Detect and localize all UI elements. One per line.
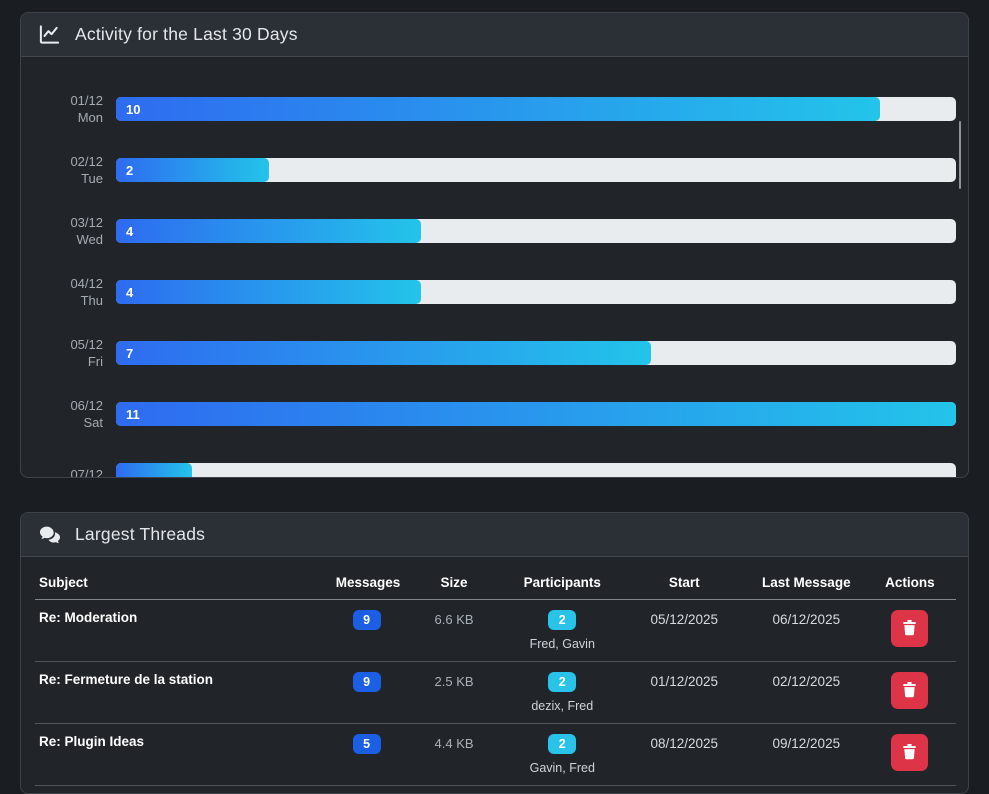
thread-subject: Re: Plugin Ideas [35, 724, 330, 786]
thread-size: 4.4 KB [403, 724, 504, 786]
participants-names: Gavin, Fred [511, 761, 614, 775]
chart-bar-track: 4 [116, 280, 956, 304]
chart-row: 03/12 Wed 4 [33, 209, 956, 253]
chart-bar-fill: 4 [116, 280, 421, 304]
threads-panel-header: Largest Threads [21, 513, 968, 557]
chart-row: 02/12 Tue 2 [33, 148, 956, 192]
chart-bar-fill: 10 [116, 97, 880, 121]
activity-panel: Activity for the Last 30 Days 01/12 Mon … [20, 12, 969, 478]
chart-row-day: Fri [33, 353, 103, 371]
chart-bar-track: 2 [116, 158, 956, 182]
header-messages: Messages [330, 567, 404, 600]
thread-start-date: 08/12/2025 [620, 724, 749, 786]
trash-icon [900, 742, 919, 764]
chart-row-date: 03/12 [33, 214, 103, 232]
chart-row-label: 03/12 Wed [33, 214, 103, 249]
messages-count-badge: 9 [353, 672, 381, 692]
comments-icon [38, 523, 61, 546]
chart-bar-track [116, 463, 956, 478]
delete-thread-button[interactable] [891, 672, 928, 709]
participants-count-badge: 2 [548, 672, 576, 692]
messages-count-badge: 9 [353, 610, 381, 630]
thread-last-message-date: 09/12/2025 [749, 724, 864, 786]
chart-row-date: 07/12 [33, 466, 103, 478]
chart-bar-value: 2 [126, 163, 133, 178]
chart-bar-value: 7 [126, 346, 133, 361]
chart-row-day: Tue [33, 170, 103, 188]
largest-threads-panel: Largest Threads Subject Messages Size Pa… [20, 512, 969, 794]
delete-thread-button[interactable] [891, 610, 928, 647]
chart-row-label: 05/12 Fri [33, 336, 103, 371]
threads-table-header-row: Subject Messages Size Participants Start… [35, 567, 956, 600]
chart-row-label: 06/12 Sat [33, 397, 103, 432]
chart-bar-fill: 7 [116, 341, 651, 365]
chart-bar-fill [116, 463, 192, 478]
thread-start-date: 05/12/2025 [620, 600, 749, 662]
header-start: Start [620, 567, 749, 600]
chart-row-date: 04/12 [33, 275, 103, 293]
thread-subject: Re: Moderation [35, 600, 330, 662]
chart-row-day: Sat [33, 414, 103, 432]
chart-row-day: Mon [33, 109, 103, 127]
chart-row-label: 01/12 Mon [33, 92, 103, 127]
chart-row-date: 06/12 [33, 397, 103, 415]
chart-bar-value: 11 [126, 407, 140, 422]
chart-bar-value: 4 [126, 224, 133, 239]
chart-bar-track: 7 [116, 341, 956, 365]
messages-count-badge: 5 [353, 734, 381, 754]
activity-chart: 01/12 Mon 10 02/12 Tue 2 03/12 Wed 4 [21, 57, 968, 478]
participants-names: dezix, Fred [511, 699, 614, 713]
chart-bar-track: 11 [116, 402, 956, 426]
delete-thread-button[interactable] [891, 734, 928, 771]
threads-table: Subject Messages Size Participants Start… [35, 567, 956, 786]
thread-subject: Re: Fermeture de la station [35, 662, 330, 724]
chart-bar-track: 10 [116, 97, 956, 121]
participants-count-badge: 2 [548, 734, 576, 754]
thread-start-date: 01/12/2025 [620, 662, 749, 724]
chart-row-label: 02/12 Tue [33, 153, 103, 188]
chart-bar-track: 4 [116, 219, 956, 243]
chart-bar-value: 10 [126, 102, 140, 117]
header-participants: Participants [505, 567, 620, 600]
table-row: Re: Plugin Ideas 5 4.4 KB 2 Gavin, Fred … [35, 724, 956, 786]
activity-panel-title: Activity for the Last 30 Days [75, 24, 298, 45]
chart-scrollbar-thumb[interactable] [959, 121, 961, 189]
chart-row-day: Wed [33, 231, 103, 249]
thread-size: 6.6 KB [403, 600, 504, 662]
trash-icon [900, 618, 919, 640]
thread-last-message-date: 06/12/2025 [749, 600, 864, 662]
chart-row-label: 07/12 [33, 466, 103, 478]
chart-row-date: 02/12 [33, 153, 103, 171]
header-subject: Subject [35, 567, 330, 600]
chart-bar-fill: 4 [116, 219, 421, 243]
header-last-message: Last Message [749, 567, 864, 600]
chart-bar-fill: 11 [116, 402, 956, 426]
header-actions: Actions [864, 567, 956, 600]
table-row: Re: Moderation 9 6.6 KB 2 Fred, Gavin 05… [35, 600, 956, 662]
chart-line-icon [38, 23, 61, 46]
thread-size: 2.5 KB [403, 662, 504, 724]
chart-row: 01/12 Mon 10 [33, 87, 956, 131]
chart-row: 04/12 Thu 4 [33, 270, 956, 314]
chart-row: 06/12 Sat 11 [33, 392, 956, 436]
threads-panel-title: Largest Threads [75, 524, 205, 545]
activity-panel-header: Activity for the Last 30 Days [21, 13, 968, 57]
participants-names: Fred, Gavin [511, 637, 614, 651]
trash-icon [900, 680, 919, 702]
chart-row-date: 01/12 [33, 92, 103, 110]
chart-row-date: 05/12 [33, 336, 103, 354]
thread-last-message-date: 02/12/2025 [749, 662, 864, 724]
chart-row: 07/12 [33, 453, 956, 478]
participants-count-badge: 2 [548, 610, 576, 630]
chart-row: 05/12 Fri 7 [33, 331, 956, 375]
chart-bar-value: 4 [126, 285, 133, 300]
chart-row-label: 04/12 Thu [33, 275, 103, 310]
header-size: Size [403, 567, 504, 600]
table-row: Re: Fermeture de la station 9 2.5 KB 2 d… [35, 662, 956, 724]
chart-bar-fill: 2 [116, 158, 269, 182]
chart-row-day: Thu [33, 292, 103, 310]
